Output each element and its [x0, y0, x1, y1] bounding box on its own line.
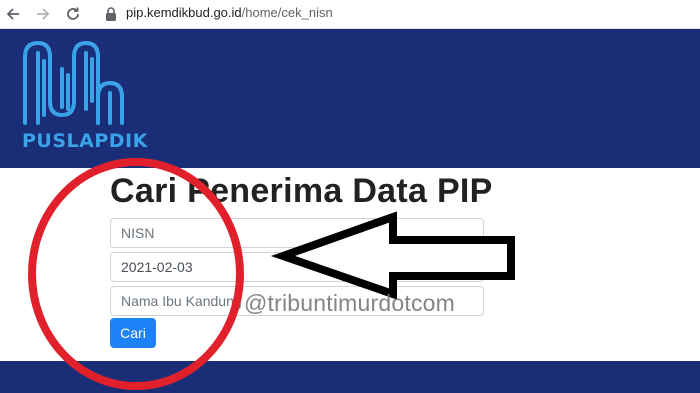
page-title: Cari Penerima Data PIP: [110, 172, 493, 210]
birth-date-input[interactable]: [110, 252, 484, 282]
watermark-text: @tribuntimurdotcom: [244, 290, 456, 316]
forward-arrow-icon[interactable]: [32, 3, 54, 25]
reload-icon[interactable]: [62, 3, 84, 25]
url-host: pip.kemdikbud.go.id: [126, 5, 242, 20]
address-bar[interactable]: pip.kemdikbud.go.id/home/cek_nisn: [126, 5, 333, 21]
header-banner: PUSLAPDIK: [0, 29, 700, 168]
back-arrow-icon[interactable]: [2, 3, 24, 25]
lock-icon: [104, 6, 118, 22]
search-button[interactable]: Cari: [110, 318, 156, 348]
browser-toolbar: pip.kemdikbud.go.id/home/cek_nisn: [0, 0, 700, 29]
nisn-input[interactable]: [110, 218, 484, 248]
footer-bar: [0, 361, 700, 393]
url-path: /home/cek_nisn: [241, 5, 333, 20]
logo-text: PUSLAPDIK: [22, 130, 148, 152]
puslapdik-logo-icon: [23, 40, 124, 125]
